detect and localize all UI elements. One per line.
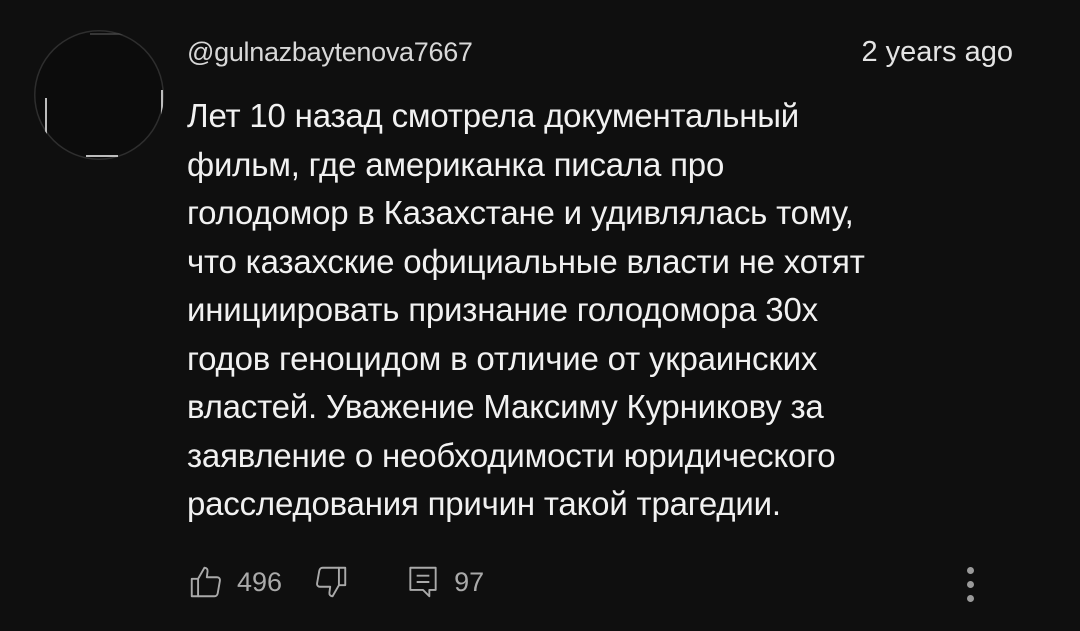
reply-count: 97 bbox=[454, 566, 485, 597]
thumbs-down-icon bbox=[312, 563, 350, 601]
thumbs-up-icon bbox=[187, 563, 225, 601]
more-vertical-icon-dot bbox=[966, 594, 974, 602]
comment-actions: 496 97 bbox=[187, 558, 484, 606]
avatar[interactable] bbox=[34, 30, 164, 160]
reply-icon bbox=[404, 563, 442, 601]
comment-text: Лет 10 назад смотрела документальный фил… bbox=[187, 97, 865, 522]
comment: @gulnazbaytenova7667 2 years ago Лет 10 … bbox=[187, 36, 1027, 529]
comment-header: @gulnazbaytenova7667 2 years ago bbox=[187, 36, 1027, 76]
like-button[interactable]: 496 bbox=[187, 563, 282, 601]
more-options-button[interactable] bbox=[956, 560, 984, 608]
more-vertical-icon-dot bbox=[966, 580, 974, 588]
like-count: 496 bbox=[237, 566, 283, 597]
dislike-button[interactable] bbox=[312, 563, 350, 601]
comment-timestamp[interactable]: 2 years ago bbox=[861, 36, 1013, 69]
reply-button[interactable]: 97 bbox=[404, 563, 484, 601]
more-vertical-icon bbox=[966, 566, 974, 574]
comment-author[interactable]: @gulnazbaytenova7667 bbox=[187, 37, 473, 68]
